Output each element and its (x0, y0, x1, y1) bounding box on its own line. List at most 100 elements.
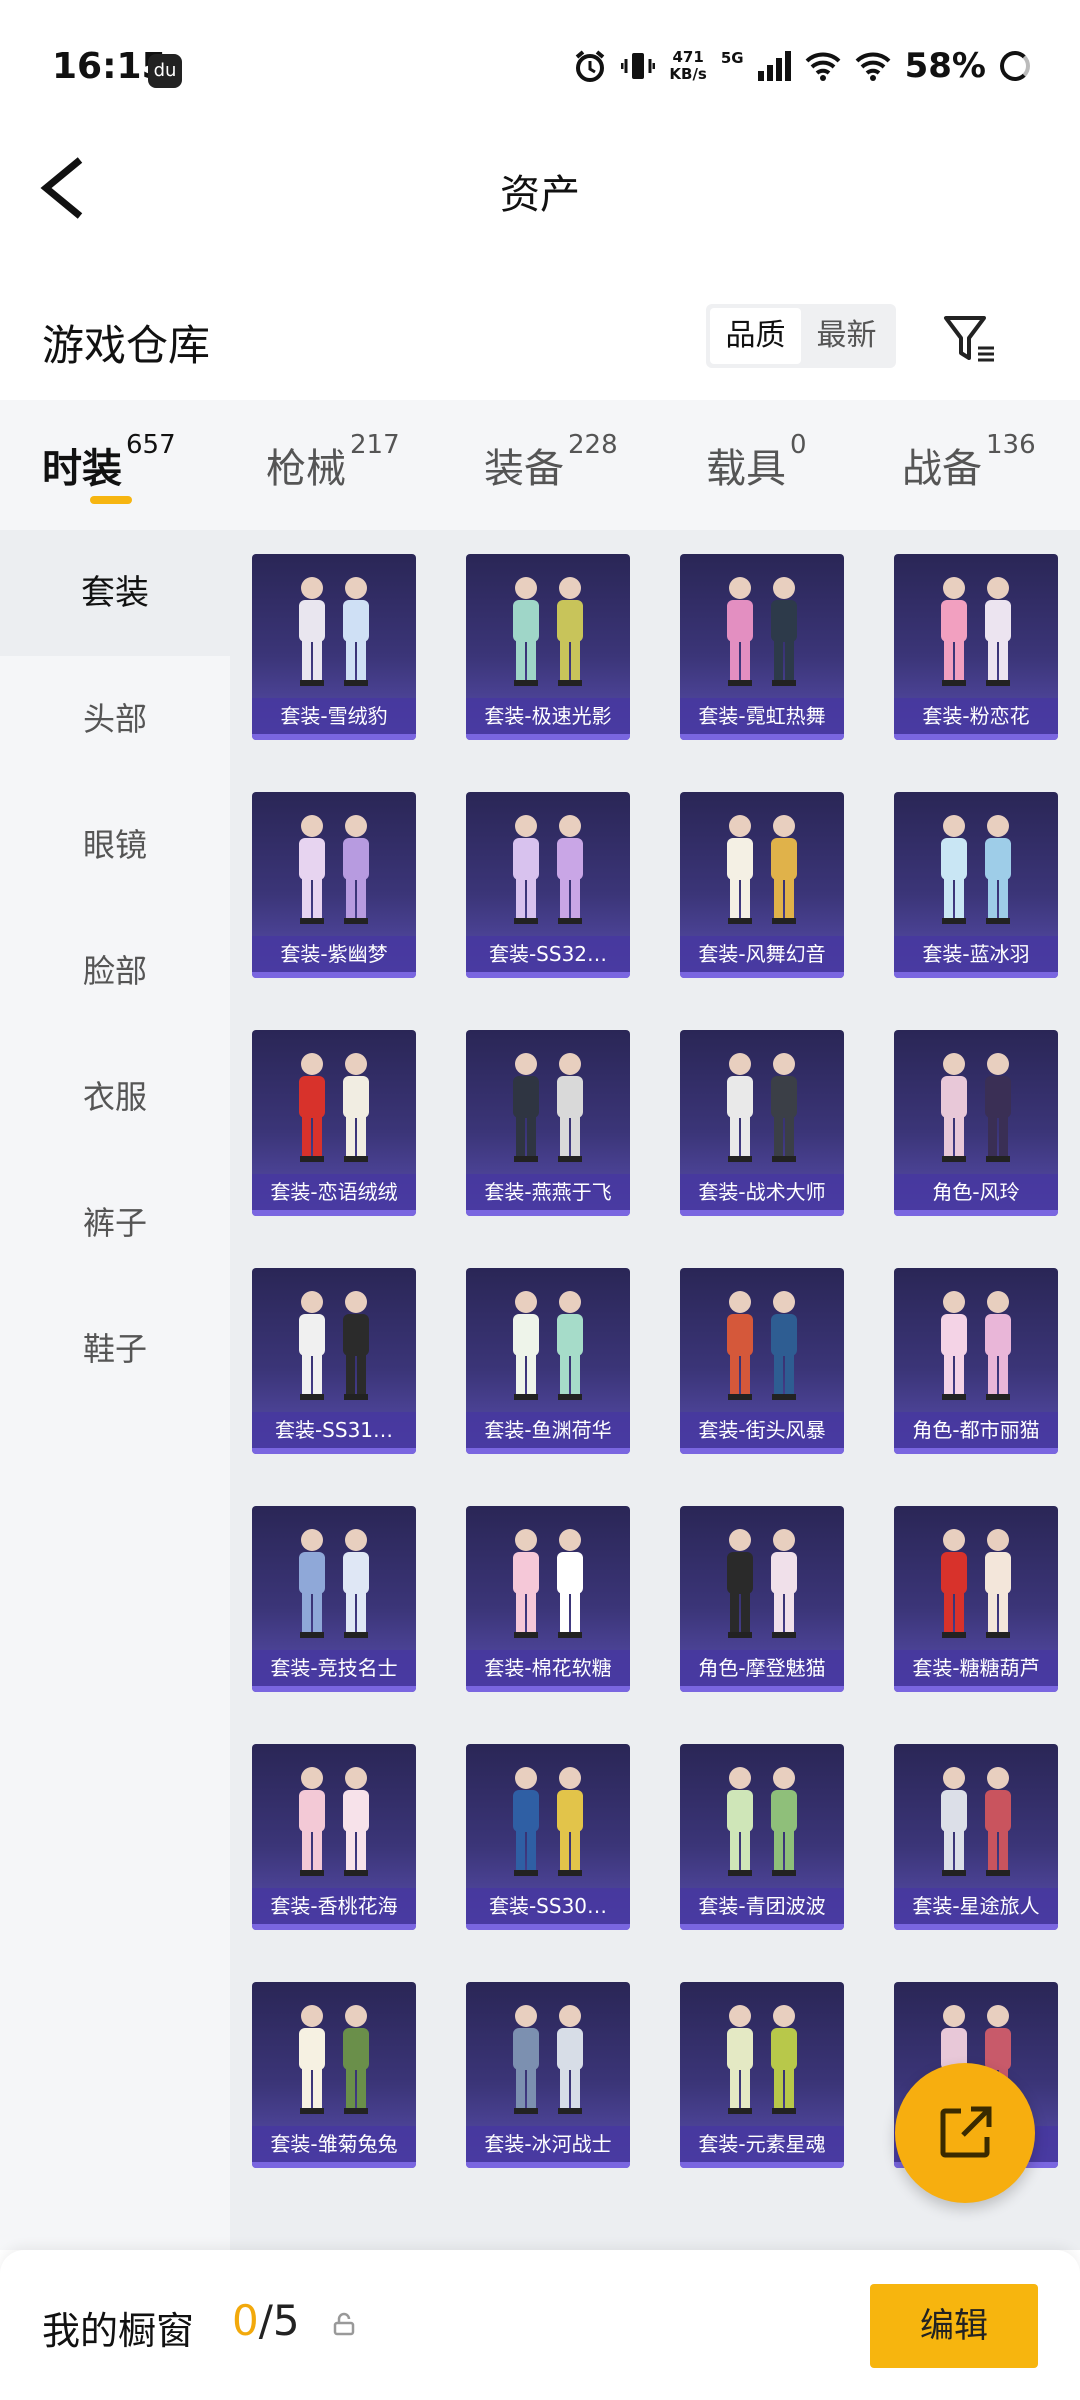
showcase-total: /5 (258, 2296, 300, 2345)
item-card[interactable]: 套装-SS31… (252, 1268, 416, 1454)
item-card[interactable]: 套装-竞技名士 (252, 1506, 416, 1692)
outfit-thumbnail (941, 1291, 1011, 1400)
item-card[interactable]: 套装-鱼渊荷华 (466, 1268, 630, 1454)
item-card[interactable]: 套装-星途旅人 (894, 1744, 1058, 1930)
item-card[interactable]: 套装-糖糖葫芦 (894, 1506, 1058, 1692)
outfit-thumbnail (513, 577, 583, 686)
sidebar-item-clothes[interactable]: 衣服 (0, 1034, 230, 1160)
sort-newest-button[interactable]: 最新 (801, 308, 892, 364)
battery-icon (1000, 51, 1030, 81)
app-notification-icon: du (148, 54, 182, 88)
vibrate-icon (621, 53, 656, 79)
item-card[interactable]: 套装-雪绒豹 (252, 554, 416, 740)
item-label: 套装-街头风暴 (680, 1412, 844, 1448)
tab-label: 战备 (902, 446, 982, 492)
item-label: 套装-战术大师 (680, 1174, 844, 1210)
item-card[interactable]: 套装-极速光影 (466, 554, 630, 740)
item-label: 角色-摩登魅猫 (680, 1650, 844, 1686)
outfit-thumbnail (299, 1053, 369, 1162)
outfit-thumbnail (727, 815, 797, 924)
item-card[interactable]: 角色-摩登魅猫 (680, 1506, 844, 1692)
item-card[interactable]: 套装-蓝冰羽 (894, 792, 1058, 978)
sidebar-item-suit[interactable]: 套装 (0, 530, 230, 656)
outfit-thumbnail (299, 1529, 369, 1638)
sort-quality-button[interactable]: 品质 (710, 308, 801, 364)
share-icon (940, 2106, 992, 2158)
outfit-thumbnail (941, 815, 1011, 924)
tab-guns[interactable]: 枪械217 (266, 430, 400, 494)
sidebar-item-shoes[interactable]: 鞋子 (0, 1286, 230, 1412)
item-label: 套装-恋语绒绒 (252, 1174, 416, 1210)
item-card[interactable]: 套装-恋语绒绒 (252, 1030, 416, 1216)
sidebar-item-head[interactable]: 头部 (0, 656, 230, 782)
alarm-icon (576, 50, 605, 82)
page-title: 资产 (500, 172, 580, 218)
outfit-thumbnail (727, 1767, 797, 1876)
item-card[interactable]: 套装-霓虹热舞 (680, 554, 844, 740)
item-card[interactable]: 套装-战术大师 (680, 1030, 844, 1216)
item-label: 套装-竞技名士 (252, 1650, 416, 1686)
sort-toggle: 品质 最新 (706, 304, 896, 368)
tab-equipment[interactable]: 装备228 (484, 430, 618, 494)
item-card[interactable]: 套装-棉花软糖 (466, 1506, 630, 1692)
sidebar-item-face[interactable]: 脸部 (0, 908, 230, 1034)
item-label: 套装-雪绒豹 (252, 698, 416, 734)
tab-supplies[interactable]: 战备136 (902, 430, 1036, 494)
sidebar-item-glasses[interactable]: 眼镜 (0, 782, 230, 908)
sidebar-item-pants[interactable]: 裤子 (0, 1160, 230, 1286)
lock-icon (333, 2312, 355, 2336)
signal-icon (757, 51, 791, 81)
item-card[interactable]: 角色-都市丽猫 (894, 1268, 1058, 1454)
tab-count: 0 (790, 430, 807, 460)
item-label: 套装-雏菊兔兔 (252, 2126, 416, 2162)
item-card[interactable]: 角色-风玲 (894, 1030, 1058, 1216)
tab-label: 载具 (706, 446, 786, 492)
item-card[interactable]: 套装-粉恋花 (894, 554, 1058, 740)
share-button[interactable] (895, 2063, 1035, 2203)
item-label: 套装-霓虹热舞 (680, 698, 844, 734)
edit-button[interactable]: 编辑 (870, 2284, 1038, 2368)
item-label: 套装-SS31… (252, 1412, 416, 1448)
item-card[interactable]: 套装-雏菊兔兔 (252, 1982, 416, 2168)
tab-count: 217 (350, 430, 400, 460)
status-bar: 16:15 du 471 KB/s 5G 58% (0, 0, 1080, 140)
item-card[interactable]: 套装-SS30… (466, 1744, 630, 1930)
outfit-thumbnail (299, 2005, 369, 2114)
item-card[interactable]: 套装-紫幽梦 (252, 792, 416, 978)
category-tabs: 时装657 枪械217 装备228 载具0 战备136 (0, 400, 1080, 530)
outfit-thumbnail (727, 1053, 797, 1162)
item-label: 套装-紫幽梦 (252, 936, 416, 972)
item-card[interactable]: 套装-冰河战士 (466, 1982, 630, 2168)
item-label: 套装-极速光影 (466, 698, 630, 734)
item-label: 套装-鱼渊荷华 (466, 1412, 630, 1448)
item-card[interactable]: 套装-燕燕于飞 (466, 1030, 630, 1216)
showcase-title: 我的橱窗 (42, 2309, 195, 2353)
item-label: 套装-星途旅人 (894, 1888, 1058, 1924)
item-label: 套装-风舞幻音 (680, 936, 844, 972)
item-card[interactable]: 套装-风舞幻音 (680, 792, 844, 978)
item-card[interactable]: 套装-元素星魂 (680, 1982, 844, 2168)
warehouse-title: 游戏仓库 (42, 321, 211, 370)
speed-unit: KB/s (669, 65, 707, 83)
tab-count: 657 (126, 430, 176, 460)
item-label: 套装-粉恋花 (894, 698, 1058, 734)
item-label: 套装-冰河战士 (466, 2126, 630, 2162)
item-card[interactable]: 套装-青团波波 (680, 1744, 844, 1930)
outfit-thumbnail (513, 2005, 583, 2114)
tab-vehicles[interactable]: 载具0 (706, 430, 807, 494)
tab-fashion[interactable]: 时装657 (42, 430, 176, 494)
item-card[interactable]: 套装-香桃花海 (252, 1744, 416, 1930)
tab-count: 136 (986, 430, 1036, 460)
outfit-thumbnail (513, 1529, 583, 1638)
nav-bar: 资产 (0, 140, 1080, 240)
item-card[interactable]: 套装-SS32… (466, 792, 630, 978)
tab-label: 时装 (42, 446, 122, 492)
item-label: 套装-香桃花海 (252, 1888, 416, 1924)
outfit-thumbnail (513, 1767, 583, 1876)
active-tab-indicator (90, 496, 132, 504)
outfit-thumbnail (299, 1291, 369, 1400)
item-card[interactable]: 套装-街头风暴 (680, 1268, 844, 1454)
item-grid: 套装-雪绒豹 套装-极速光影 套装-霓虹热舞 套装-粉恋花套装-紫幽梦 套装-SS32…… (230, 530, 1080, 2250)
filter-icon[interactable] (940, 308, 1000, 368)
outfit-thumbnail (941, 1767, 1011, 1876)
